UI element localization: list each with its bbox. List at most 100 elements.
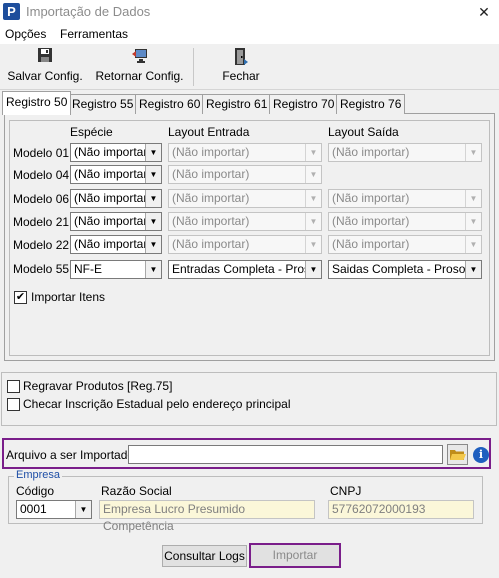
arquivo-label: Arquivo a ser Importado xyxy=(6,448,135,462)
entrada-value: (Não importar) xyxy=(172,191,250,205)
header-especie: Espécie xyxy=(70,125,113,139)
tab-registro-50[interactable]: Registro 50 xyxy=(2,91,72,115)
door-exit-icon xyxy=(218,47,264,67)
save-config-label: Salvar Config. xyxy=(7,69,83,83)
tab-registro-55[interactable]: Registro 55 xyxy=(68,94,138,114)
floppy-disk-icon xyxy=(6,47,84,67)
chevron-down-icon: ▼ xyxy=(145,166,161,183)
close-label: Fechar xyxy=(222,69,260,83)
saida-select-modelo-06[interactable]: (Não importar) ▼ xyxy=(328,189,482,208)
entrada-select-modelo-22[interactable]: (Não importar) ▼ xyxy=(168,235,322,254)
toolbar-separator xyxy=(193,48,194,86)
entrada-select-modelo-06[interactable]: (Não importar) ▼ xyxy=(168,189,322,208)
especie-value: (Não importar) xyxy=(74,191,152,205)
importar-button[interactable]: Importar xyxy=(249,543,341,568)
codigo-label: Código xyxy=(16,484,55,498)
razao-social-label: Razão Social xyxy=(101,484,172,498)
consultar-logs-button[interactable]: Consultar Logs xyxy=(162,545,247,567)
chevron-down-icon: ▼ xyxy=(145,213,161,230)
tab-registro-76[interactable]: Registro 76 xyxy=(336,94,406,114)
saida-value: (Não importar) xyxy=(332,191,410,205)
row-label-modelo-21: Modelo 21 xyxy=(13,215,70,229)
empresa-legend: Empresa xyxy=(14,469,63,481)
computer-restore-icon xyxy=(93,47,186,67)
saida-select-modelo-21[interactable]: (Não importar) ▼ xyxy=(328,212,482,231)
cnpj-label: CNPJ xyxy=(330,484,362,498)
menu-ferramentas[interactable]: Ferramentas xyxy=(60,27,128,41)
close-window-button[interactable]: ✕ xyxy=(474,3,494,21)
saida-value: Saidas Completa - Prosoft xyxy=(332,262,473,276)
especie-value: (Não importar) xyxy=(74,167,152,181)
regravar-produtos-checkbox[interactable] xyxy=(7,380,20,393)
tab-registro-70[interactable]: Registro 70 xyxy=(269,94,339,114)
regravar-produtos-label: Regravar Produtos [Reg.75] xyxy=(23,379,173,393)
chevron-down-icon: ▼ xyxy=(145,144,161,161)
importar-itens-label: Importar Itens xyxy=(31,290,106,304)
chevron-down-icon: ▼ xyxy=(465,261,481,278)
chevron-down-icon: ▼ xyxy=(305,236,321,253)
codigo-select[interactable]: 0001 ▼ xyxy=(16,500,92,519)
menu-opcoes[interactable]: Opções xyxy=(5,27,46,41)
razao-social-field: Empresa Lucro Presumido Competência xyxy=(99,500,315,533)
chevron-down-icon: ▼ xyxy=(145,190,161,207)
chevron-down-icon: ▼ xyxy=(305,213,321,230)
especie-select-modelo-55[interactable]: NF-E ▼ xyxy=(70,260,162,279)
close-button[interactable]: Fechar xyxy=(218,47,264,87)
chevron-down-icon: ▼ xyxy=(145,261,161,278)
entrada-select-modelo-55[interactable]: Entradas Completa - Prosof ▼ xyxy=(168,260,322,279)
especie-select-modelo-22[interactable]: (Não importar) ▼ xyxy=(70,235,162,254)
row-label-modelo-22: Modelo 22 xyxy=(13,238,70,252)
return-config-button[interactable]: Retornar Config. xyxy=(93,47,186,87)
saida-value: (Não importar) xyxy=(332,145,410,159)
row-label-modelo-55: Modelo 55 xyxy=(13,262,70,276)
header-layout-entrada: Layout Entrada xyxy=(168,125,250,139)
app-logo-icon: P xyxy=(3,3,20,20)
arquivo-input[interactable] xyxy=(128,445,443,464)
entrada-value: (Não importar) xyxy=(172,237,250,251)
browse-folder-button[interactable] xyxy=(447,444,468,465)
header-layout-saida: Layout Saída xyxy=(328,125,399,139)
especie-value: NF-E xyxy=(74,262,102,276)
checar-inscricao-label: Checar Inscrição Estadual pelo endereço … xyxy=(23,397,291,411)
entrada-value: (Não importar) xyxy=(172,145,250,159)
chevron-down-icon: ▼ xyxy=(465,190,481,207)
entrada-value: (Não importar) xyxy=(172,167,250,181)
save-config-button[interactable]: Salvar Config. xyxy=(6,47,84,87)
especie-value: (Não importar) xyxy=(74,145,152,159)
codigo-value: 0001 xyxy=(20,502,47,516)
saida-value: (Não importar) xyxy=(332,214,410,228)
chevron-down-icon: ▼ xyxy=(465,236,481,253)
saida-select-modelo-01[interactable]: (Não importar) ▼ xyxy=(328,143,482,162)
entrada-select-modelo-01[interactable]: (Não importar) ▼ xyxy=(168,143,322,162)
tab-registro-61[interactable]: Registro 61 xyxy=(202,94,272,114)
importar-itens-checkbox[interactable]: ✔ xyxy=(14,291,27,304)
row-label-modelo-06: Modelo 06 xyxy=(13,192,70,206)
entrada-value: (Não importar) xyxy=(172,214,250,228)
especie-select-modelo-06[interactable]: (Não importar) ▼ xyxy=(70,189,162,208)
chevron-down-icon: ▼ xyxy=(465,213,481,230)
tab-registro-60[interactable]: Registro 60 xyxy=(135,94,205,114)
chevron-down-icon: ▼ xyxy=(465,144,481,161)
saida-value: (Não importar) xyxy=(332,237,410,251)
chevron-down-icon: ▼ xyxy=(145,236,161,253)
checar-inscricao-checkbox[interactable] xyxy=(7,398,20,411)
info-icon[interactable]: i xyxy=(473,447,489,463)
return-config-label: Retornar Config. xyxy=(95,69,184,83)
especie-select-modelo-04[interactable]: (Não importar) ▼ xyxy=(70,165,162,184)
chevron-down-icon: ▼ xyxy=(305,190,321,207)
window-title: Importação de Dados xyxy=(26,4,151,19)
folder-open-icon xyxy=(448,450,467,467)
chevron-down-icon: ▼ xyxy=(305,144,321,161)
especie-value: (Não importar) xyxy=(74,214,152,228)
especie-value: (Não importar) xyxy=(74,237,152,251)
chevron-down-icon: ▼ xyxy=(75,501,91,518)
chevron-down-icon: ▼ xyxy=(305,261,321,278)
cnpj-field: 57762072000193 xyxy=(328,500,474,519)
saida-select-modelo-55[interactable]: Saidas Completa - Prosoft ▼ xyxy=(328,260,482,279)
chevron-down-icon: ▼ xyxy=(305,166,321,183)
especie-select-modelo-21[interactable]: (Não importar) ▼ xyxy=(70,212,162,231)
entrada-select-modelo-04[interactable]: (Não importar) ▼ xyxy=(168,165,322,184)
especie-select-modelo-01[interactable]: (Não importar) ▼ xyxy=(70,143,162,162)
entrada-select-modelo-21[interactable]: (Não importar) ▼ xyxy=(168,212,322,231)
saida-select-modelo-22[interactable]: (Não importar) ▼ xyxy=(328,235,482,254)
